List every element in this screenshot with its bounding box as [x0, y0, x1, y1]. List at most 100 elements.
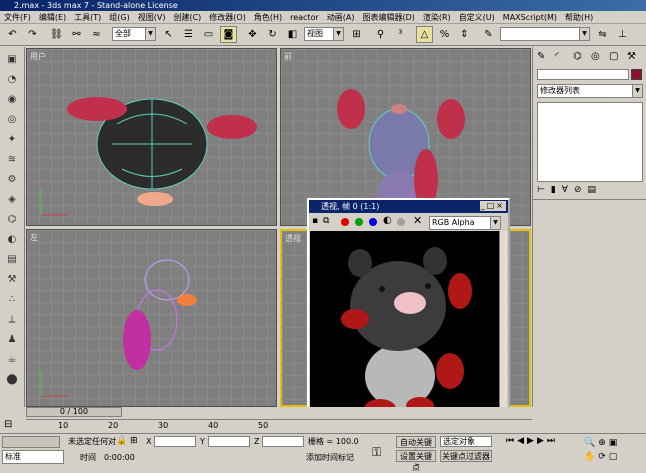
mono-icon[interactable]	[397, 218, 405, 226]
configure-icon[interactable]: ▤	[588, 185, 603, 195]
selected-object-dropdown[interactable]: 选定对象	[440, 436, 492, 447]
move-icon[interactable]: ✥	[244, 26, 261, 43]
hierarchy-icon[interactable]: ⌬	[4, 213, 20, 227]
pivot-center-icon[interactable]: ⊞	[348, 26, 365, 43]
pin-stack-icon[interactable]: ⊢	[537, 185, 551, 195]
modify-tab-icon[interactable]: ◜	[555, 51, 559, 62]
x-coord-field[interactable]	[154, 436, 196, 447]
maxscript-listener[interactable]	[2, 436, 60, 448]
absolute-mode-icon[interactable]: ⊞	[130, 436, 138, 447]
named-selection-icon[interactable]: ✎	[480, 26, 497, 43]
menu-views[interactable]: 视图(V)	[134, 11, 170, 24]
menu-modifiers[interactable]: 修改器(O)	[205, 11, 250, 24]
select-manipulate-icon[interactable]: ⚲	[372, 26, 389, 43]
y-coord-field[interactable]	[208, 436, 250, 447]
go-to-start-icon[interactable]: ⏮	[506, 436, 517, 446]
utilities-tab-icon[interactable]: ⚒	[627, 51, 636, 62]
render-icon[interactable]: ☕	[4, 353, 20, 367]
key-filters-button[interactable]: 关键点过滤器	[440, 450, 492, 462]
add-time-tag[interactable]: 添加时间标记	[306, 452, 354, 463]
remove-modifier-icon[interactable]: ⊘	[574, 185, 588, 195]
material-icon[interactable]: ⬤	[4, 373, 20, 387]
orbit-icon[interactable]: ⟳	[598, 452, 609, 462]
bone-icon[interactable]: ⟂	[4, 313, 20, 327]
menu-animation[interactable]: 动画(A)	[323, 11, 359, 24]
rotate-icon[interactable]: ↻	[264, 26, 281, 43]
render-frame-window[interactable]: 透视, 帧 0 (1:1) _□× ▪ ⧉ ◐ ✕ RGB Alpha ▼	[307, 198, 510, 428]
shapes-icon[interactable]: ◔	[4, 73, 20, 87]
select-object-icon[interactable]: ↖	[160, 26, 177, 43]
percent-snap-icon[interactable]: %	[436, 26, 453, 43]
unique-icon[interactable]: ∀	[562, 185, 574, 195]
menu-edit[interactable]: 编辑(E)	[35, 11, 70, 24]
save-icon[interactable]: ▪	[312, 216, 318, 226]
motion-tab-icon[interactable]: ◎	[591, 51, 600, 62]
menu-file[interactable]: 文件(F)	[0, 11, 35, 24]
time-slider[interactable]: 0 / 100	[26, 407, 122, 417]
helpers-icon[interactable]: ✦	[4, 133, 20, 147]
named-selection-dropdown[interactable]: ▼	[500, 27, 590, 41]
go-to-end-icon[interactable]: ⏭	[547, 436, 558, 446]
particle-icon[interactable]: ∴	[4, 293, 20, 307]
zoom-icon[interactable]: 🔍	[584, 438, 598, 448]
object-icon[interactable]: ▣	[4, 53, 20, 67]
hierarchy-tab-icon[interactable]: ⌬	[573, 51, 582, 62]
display-icon[interactable]: ▤	[4, 253, 20, 267]
key-icon[interactable]: ⚿	[372, 446, 381, 458]
mirror-icon[interactable]: ⇋	[594, 26, 611, 43]
alpha-channel-icon[interactable]: ◐	[383, 215, 392, 226]
red-channel-icon[interactable]	[341, 218, 349, 226]
viewport-left[interactable]: 左	[26, 229, 277, 407]
zoom-extents-icon[interactable]: ▣	[609, 438, 621, 448]
menu-customize[interactable]: 自定义(U)	[455, 11, 499, 24]
menu-create[interactable]: 创建(C)	[169, 11, 205, 24]
next-frame-icon[interactable]: ▶	[537, 436, 547, 446]
blue-channel-icon[interactable]	[369, 218, 377, 226]
create-tab-icon[interactable]: ✎	[537, 51, 545, 62]
zoom-all-icon[interactable]: ⊕	[598, 438, 609, 448]
channel-dropdown[interactable]: RGB Alpha ▼	[429, 216, 501, 230]
z-coord-field[interactable]	[262, 436, 304, 447]
align-icon[interactable]: ⊥	[614, 26, 631, 43]
utilities-icon[interactable]: ⚒	[4, 273, 20, 287]
menu-character[interactable]: 角色(H)	[250, 11, 286, 24]
viewport-top[interactable]: 用户	[26, 48, 277, 226]
unlink-icon[interactable]: ⚯	[68, 26, 85, 43]
modifier-list-dropdown[interactable]: 修改器列表 ▼	[537, 84, 643, 98]
scale-icon[interactable]: ◧	[284, 26, 301, 43]
vertical-scrollbar[interactable]	[499, 231, 507, 424]
biped-icon[interactable]: ♟	[4, 333, 20, 347]
motion-icon[interactable]: ◐	[4, 233, 20, 247]
menu-tools[interactable]: 工具(T)	[70, 11, 105, 24]
close-icon[interactable]: ×	[496, 201, 505, 210]
clone-icon[interactable]: ⧉	[323, 216, 329, 226]
play-icon[interactable]: ▶	[527, 436, 537, 446]
maximize-icon[interactable]: □	[487, 201, 497, 210]
menu-help[interactable]: 帮助(H)	[561, 11, 597, 24]
pan-icon[interactable]: ✋	[584, 452, 598, 462]
object-color-swatch[interactable]	[631, 69, 642, 80]
max-toggle-icon[interactable]: ▢	[609, 452, 621, 462]
set-key-button[interactable]: 设置关键点	[396, 450, 436, 472]
spinner-snap-icon[interactable]: ⇕	[456, 26, 473, 43]
angle-snap-icon[interactable]: △	[416, 26, 433, 43]
link-icon[interactable]: ⛓	[48, 26, 65, 43]
lights-icon[interactable]: ◉	[4, 93, 20, 107]
menu-rendering[interactable]: 渲染(R)	[419, 11, 455, 24]
window-crossing-icon[interactable]: ◙	[220, 26, 237, 43]
lock-icon[interactable]: 🔒	[116, 436, 127, 447]
menu-graph-editors[interactable]: 图表编辑器(D)	[358, 11, 418, 24]
show-end-icon[interactable]: ▮	[551, 185, 562, 195]
auto-key-button[interactable]: 自动关键点	[396, 436, 436, 458]
object-name-field[interactable]	[537, 69, 629, 80]
select-by-name-icon[interactable]: ☰	[180, 26, 197, 43]
menu-reactor[interactable]: reactor	[286, 11, 323, 24]
modifier-stack[interactable]	[537, 102, 643, 182]
modifier-icon[interactable]: ◈	[4, 193, 20, 207]
redo-icon[interactable]: ↷	[24, 26, 41, 43]
track-bar[interactable]: 10 20 30 40 50	[26, 419, 532, 431]
clear-icon[interactable]: ✕	[413, 214, 422, 227]
coord-system-dropdown[interactable]: 视图 ▼	[304, 27, 344, 41]
menu-group[interactable]: 组(G)	[105, 11, 133, 24]
undo-icon[interactable]: ↶	[4, 26, 21, 43]
